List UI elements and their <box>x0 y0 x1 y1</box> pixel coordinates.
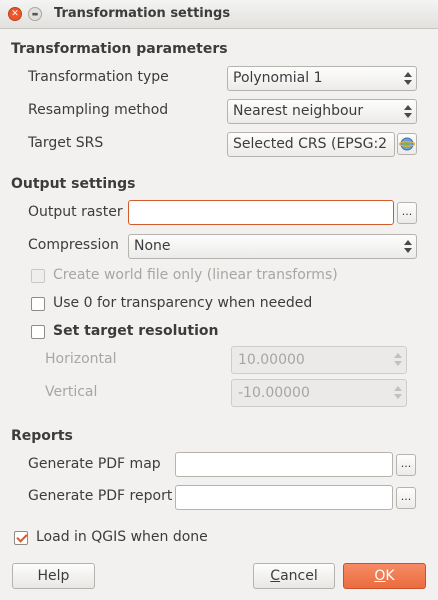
section-reports: Reports <box>11 428 73 444</box>
resampling-method-label: Resampling method <box>28 102 169 118</box>
output-raster-input[interactable] <box>128 200 394 225</box>
minimize-icon[interactable]: ▬ <box>28 7 42 21</box>
target-srs-label: Target SRS <box>28 135 104 151</box>
target-resolution-checkbox[interactable] <box>31 325 45 339</box>
vertical-label: Vertical <box>45 384 98 400</box>
horizontal-resolution-value: 10.00000 <box>238 352 305 368</box>
world-file-checkbox[interactable] <box>31 269 45 283</box>
spin-arrows-icon <box>394 352 402 367</box>
output-raster-browse-button[interactable]: ... <box>397 202 417 224</box>
transparency-label: Use 0 for transparency when needed <box>53 295 313 311</box>
select-arrows-icon <box>404 104 412 119</box>
load-in-qgis-label: Load in QGIS when done <box>36 529 208 545</box>
cancel-button[interactable]: Cancel <box>253 563 335 589</box>
pdf-map-label: Generate PDF map <box>28 456 161 472</box>
transparency-checkbox[interactable] <box>31 297 45 311</box>
compression-select[interactable]: None <box>128 234 417 259</box>
title-bar: ✕ ▬ Transformation settings <box>0 0 438 29</box>
resampling-method-value: Nearest neighbour <box>233 103 364 119</box>
section-transformation-parameters: Transformation parameters <box>11 41 228 57</box>
pdf-map-browse-button[interactable]: ... <box>396 454 416 476</box>
pdf-report-label: Generate PDF report <box>28 488 173 504</box>
pdf-report-input[interactable] <box>175 485 393 510</box>
select-arrows-icon <box>404 71 412 86</box>
output-raster-label: Output raster <box>28 204 123 220</box>
vertical-resolution-value: -10.00000 <box>238 385 310 401</box>
horizontal-resolution-spinbox[interactable]: 10.00000 <box>231 346 407 374</box>
load-in-qgis-checkbox[interactable] <box>14 531 28 545</box>
ok-button[interactable]: OK <box>343 563 426 589</box>
target-srs-select[interactable]: Selected CRS (EPSG:2 <box>227 132 395 157</box>
pdf-map-input[interactable] <box>175 452 393 477</box>
select-arrows-icon <box>404 239 412 254</box>
transformation-type-value: Polynomial 1 <box>233 70 323 86</box>
close-icon[interactable]: ✕ <box>8 7 22 21</box>
compression-label: Compression <box>28 237 119 253</box>
target-srs-value: Selected CRS (EPSG:2 <box>233 136 388 152</box>
section-output-settings: Output settings <box>11 176 136 192</box>
globe-icon <box>398 137 416 151</box>
target-resolution-label: Set target resolution <box>53 323 219 339</box>
pdf-report-browse-button[interactable]: ... <box>396 487 416 509</box>
horizontal-label: Horizontal <box>45 351 117 367</box>
window-title: Transformation settings <box>54 6 231 21</box>
vertical-resolution-spinbox[interactable]: -10.00000 <box>231 379 407 407</box>
transformation-type-select[interactable]: Polynomial 1 <box>227 66 417 91</box>
spin-arrows-icon <box>394 385 402 400</box>
world-file-label: Create world file only (linear transform… <box>53 267 338 283</box>
compression-value: None <box>134 238 171 254</box>
resampling-method-select[interactable]: Nearest neighbour <box>227 99 417 124</box>
transformation-type-label: Transformation type <box>28 69 169 85</box>
help-button[interactable]: Help <box>12 563 95 589</box>
crs-selector-button[interactable] <box>397 133 417 155</box>
